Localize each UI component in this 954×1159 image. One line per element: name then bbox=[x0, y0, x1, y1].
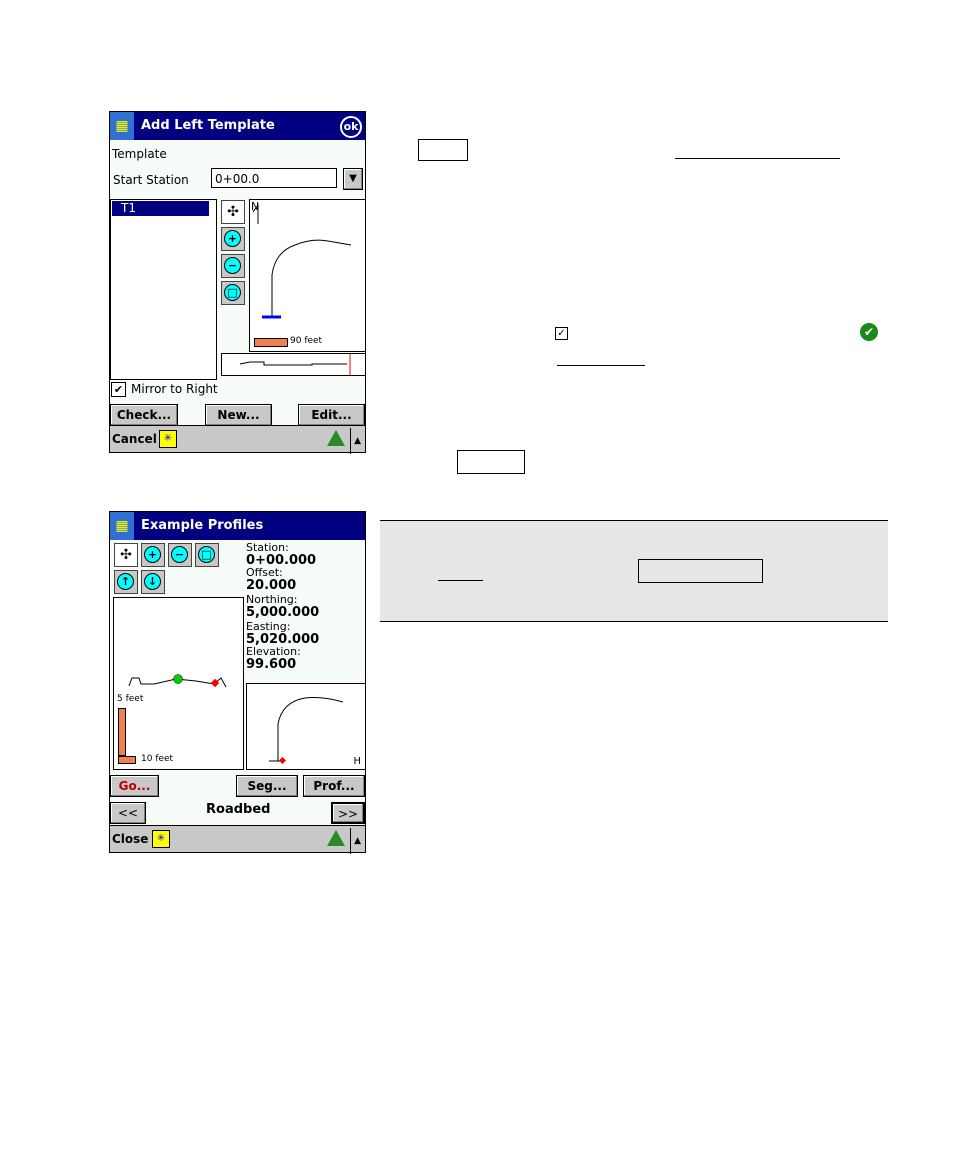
edit-button[interactable]: Edit... bbox=[298, 404, 365, 426]
horizontal-scale-label: 10 feet bbox=[141, 754, 174, 764]
go-button[interactable]: Go... bbox=[110, 775, 159, 797]
pan-down-icon[interactable]: ↓ bbox=[141, 570, 165, 594]
zoom-in-icon[interactable]: + bbox=[141, 543, 165, 567]
sip-icon[interactable]: ✳ bbox=[159, 430, 177, 448]
sip-icon[interactable]: ✳ bbox=[152, 830, 170, 848]
start-menu-icon[interactable]: ▦ bbox=[110, 512, 134, 540]
point-info: Station: 0+00.000 Offset: 20.000 Northin… bbox=[246, 542, 320, 672]
pan-up-icon[interactable]: ↑ bbox=[114, 570, 138, 594]
command-bar: Close ✳ ▲ bbox=[110, 825, 365, 854]
alignment-plot bbox=[269, 697, 344, 765]
next-button[interactable]: >> bbox=[331, 802, 365, 824]
offset-value: 20.000 bbox=[246, 578, 297, 593]
check-button[interactable]: Check... bbox=[110, 404, 178, 426]
template-list[interactable]: T1 bbox=[110, 199, 217, 380]
vertical-scale-bar bbox=[118, 708, 126, 756]
northing-value: 5,000.000 bbox=[246, 605, 320, 620]
cross-section-plot bbox=[128, 674, 227, 688]
example-profiles-screen: ▦ Example Profiles ✣ + − □ ↑ ↓ Station: … bbox=[109, 511, 366, 854]
mirror-checkbox[interactable]: ✔ bbox=[111, 382, 126, 397]
segment-name: Roadbed bbox=[206, 802, 271, 817]
zoom-extents-icon[interactable]: ✣ bbox=[221, 200, 245, 224]
zoom-window-icon[interactable]: □ bbox=[221, 281, 245, 305]
screen-title: Add Left Template bbox=[141, 118, 275, 133]
green-check-icon: ✔ bbox=[860, 323, 878, 341]
elevation-value: 99.600 bbox=[246, 657, 297, 672]
zoom-window-icon[interactable]: □ bbox=[195, 543, 219, 567]
add-left-template-screen: ▦ Add Left Template ok Template Start St… bbox=[109, 111, 366, 454]
ok-button[interactable]: ok bbox=[340, 116, 362, 138]
prof-button[interactable]: Prof... bbox=[303, 775, 365, 797]
plan-view[interactable]: H bbox=[246, 683, 366, 770]
app-logo-icon bbox=[327, 830, 345, 846]
previous-button[interactable]: << bbox=[110, 802, 146, 824]
key-placeholder-box bbox=[638, 559, 763, 583]
underline-placeholder bbox=[675, 158, 840, 159]
dropdown-arrow-icon[interactable]: ▼ bbox=[343, 168, 363, 190]
title-bar: ▦ Example Profiles bbox=[110, 512, 365, 540]
key-placeholder-box bbox=[418, 139, 468, 161]
key-placeholder-box bbox=[457, 450, 525, 474]
app-logo-icon bbox=[327, 430, 345, 446]
h-label: H bbox=[353, 756, 361, 767]
checkbox-glyph-icon: ✓ bbox=[555, 327, 568, 340]
cancel-button[interactable]: Cancel bbox=[112, 426, 157, 452]
up-arrow-icon[interactable]: ▲ bbox=[350, 428, 361, 454]
new-button[interactable]: New... bbox=[205, 404, 272, 426]
start-station-label: Start Station bbox=[113, 173, 189, 187]
screen-title: Example Profiles bbox=[141, 518, 264, 533]
scale-label: 90 feet bbox=[290, 336, 323, 346]
plan-view[interactable]: N 90 feet bbox=[249, 199, 366, 352]
mirror-label: Mirror to Right bbox=[131, 382, 218, 396]
underline-placeholder bbox=[557, 365, 645, 366]
scale-bar bbox=[254, 338, 288, 347]
zoom-in-icon[interactable]: + bbox=[221, 227, 245, 251]
underline-placeholder bbox=[438, 580, 483, 581]
horizontal-scale-bar bbox=[118, 756, 136, 764]
title-bar: ▦ Add Left Template ok bbox=[110, 112, 365, 140]
start-menu-icon[interactable]: ▦ bbox=[110, 112, 134, 140]
zoom-out-icon[interactable]: − bbox=[168, 543, 192, 567]
seg-button[interactable]: Seg... bbox=[236, 775, 298, 797]
list-item[interactable]: T1 bbox=[112, 201, 209, 216]
start-station-field[interactable]: 0+00.0 bbox=[211, 168, 337, 188]
alignment-plot bbox=[252, 203, 352, 319]
profile-strip bbox=[221, 353, 366, 376]
zoom-extents-icon[interactable]: ✣ bbox=[114, 543, 138, 567]
close-button[interactable]: Close bbox=[112, 826, 148, 852]
command-bar: Cancel ✳ ▲ bbox=[110, 425, 365, 454]
zoom-out-icon[interactable]: − bbox=[221, 254, 245, 278]
vertical-scale-label: 5 feet bbox=[117, 694, 144, 704]
cross-section-view[interactable]: 5 feet 10 feet bbox=[113, 597, 244, 770]
template-label: Template bbox=[112, 147, 167, 161]
note-box bbox=[380, 520, 888, 622]
up-arrow-icon[interactable]: ▲ bbox=[350, 828, 361, 854]
